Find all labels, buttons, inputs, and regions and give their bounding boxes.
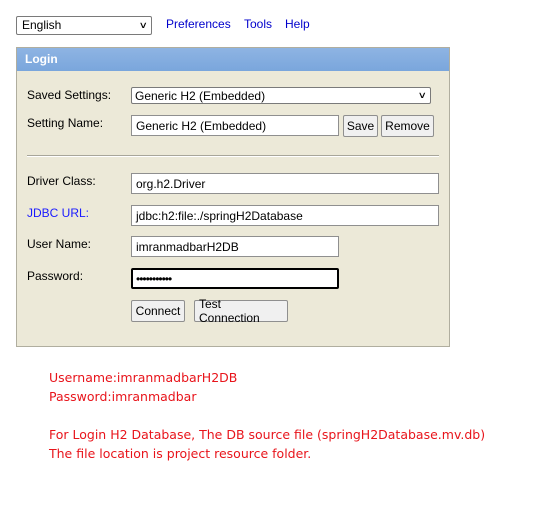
user-name-label: User Name: bbox=[27, 237, 92, 251]
remove-button[interactable]: Remove bbox=[381, 115, 434, 137]
test-connection-button[interactable]: Test Connection bbox=[194, 297, 288, 325]
tools-link[interactable]: Tools bbox=[244, 17, 272, 31]
divider bbox=[27, 155, 439, 157]
saved-settings-select[interactable]: Generic H2 (Embedded) ∨ bbox=[131, 87, 431, 104]
preferences-link[interactable]: Preferences bbox=[166, 17, 231, 31]
user-name-input[interactable]: imranmadbarH2DB bbox=[131, 236, 339, 257]
panel-title: Login bbox=[17, 48, 449, 71]
jdbc-url-label[interactable]: JDBC URL: bbox=[27, 206, 89, 220]
password-label: Password: bbox=[27, 269, 84, 283]
note-password: Password:imranmadbar bbox=[49, 389, 197, 404]
note-line-1: For Login H2 Database, The DB source fil… bbox=[49, 427, 486, 442]
connect-button[interactable]: Connect bbox=[131, 300, 185, 322]
saved-settings-label: Saved Settings: bbox=[27, 88, 112, 102]
driver-class-input[interactable]: org.h2.Driver bbox=[131, 173, 439, 194]
help-link[interactable]: Help bbox=[285, 17, 310, 31]
save-button[interactable]: Save bbox=[343, 115, 378, 137]
language-select[interactable]: English ∨ bbox=[16, 15, 152, 35]
note-line-2: The file location is project resource fo… bbox=[49, 446, 312, 461]
chevron-down-icon: ∨ bbox=[418, 90, 428, 100]
chevron-down-icon: ∨ bbox=[139, 19, 149, 30]
language-value: English bbox=[22, 18, 62, 32]
setting-name-input[interactable]: Generic H2 (Embedded) bbox=[131, 115, 339, 136]
setting-name-label: Setting Name: bbox=[27, 116, 104, 130]
login-panel: Login Saved Settings: Generic H2 (Embedd… bbox=[16, 47, 450, 347]
jdbc-url-input[interactable]: jdbc:h2:file:./springH2Database bbox=[131, 205, 439, 226]
note-username: Username:imranmadbarH2DB bbox=[49, 370, 238, 385]
saved-settings-value: Generic H2 (Embedded) bbox=[135, 88, 266, 103]
top-bar: English ∨ bbox=[16, 15, 152, 35]
driver-class-label: Driver Class: bbox=[27, 174, 96, 188]
password-input[interactable]: ••••••••••• bbox=[131, 268, 339, 289]
